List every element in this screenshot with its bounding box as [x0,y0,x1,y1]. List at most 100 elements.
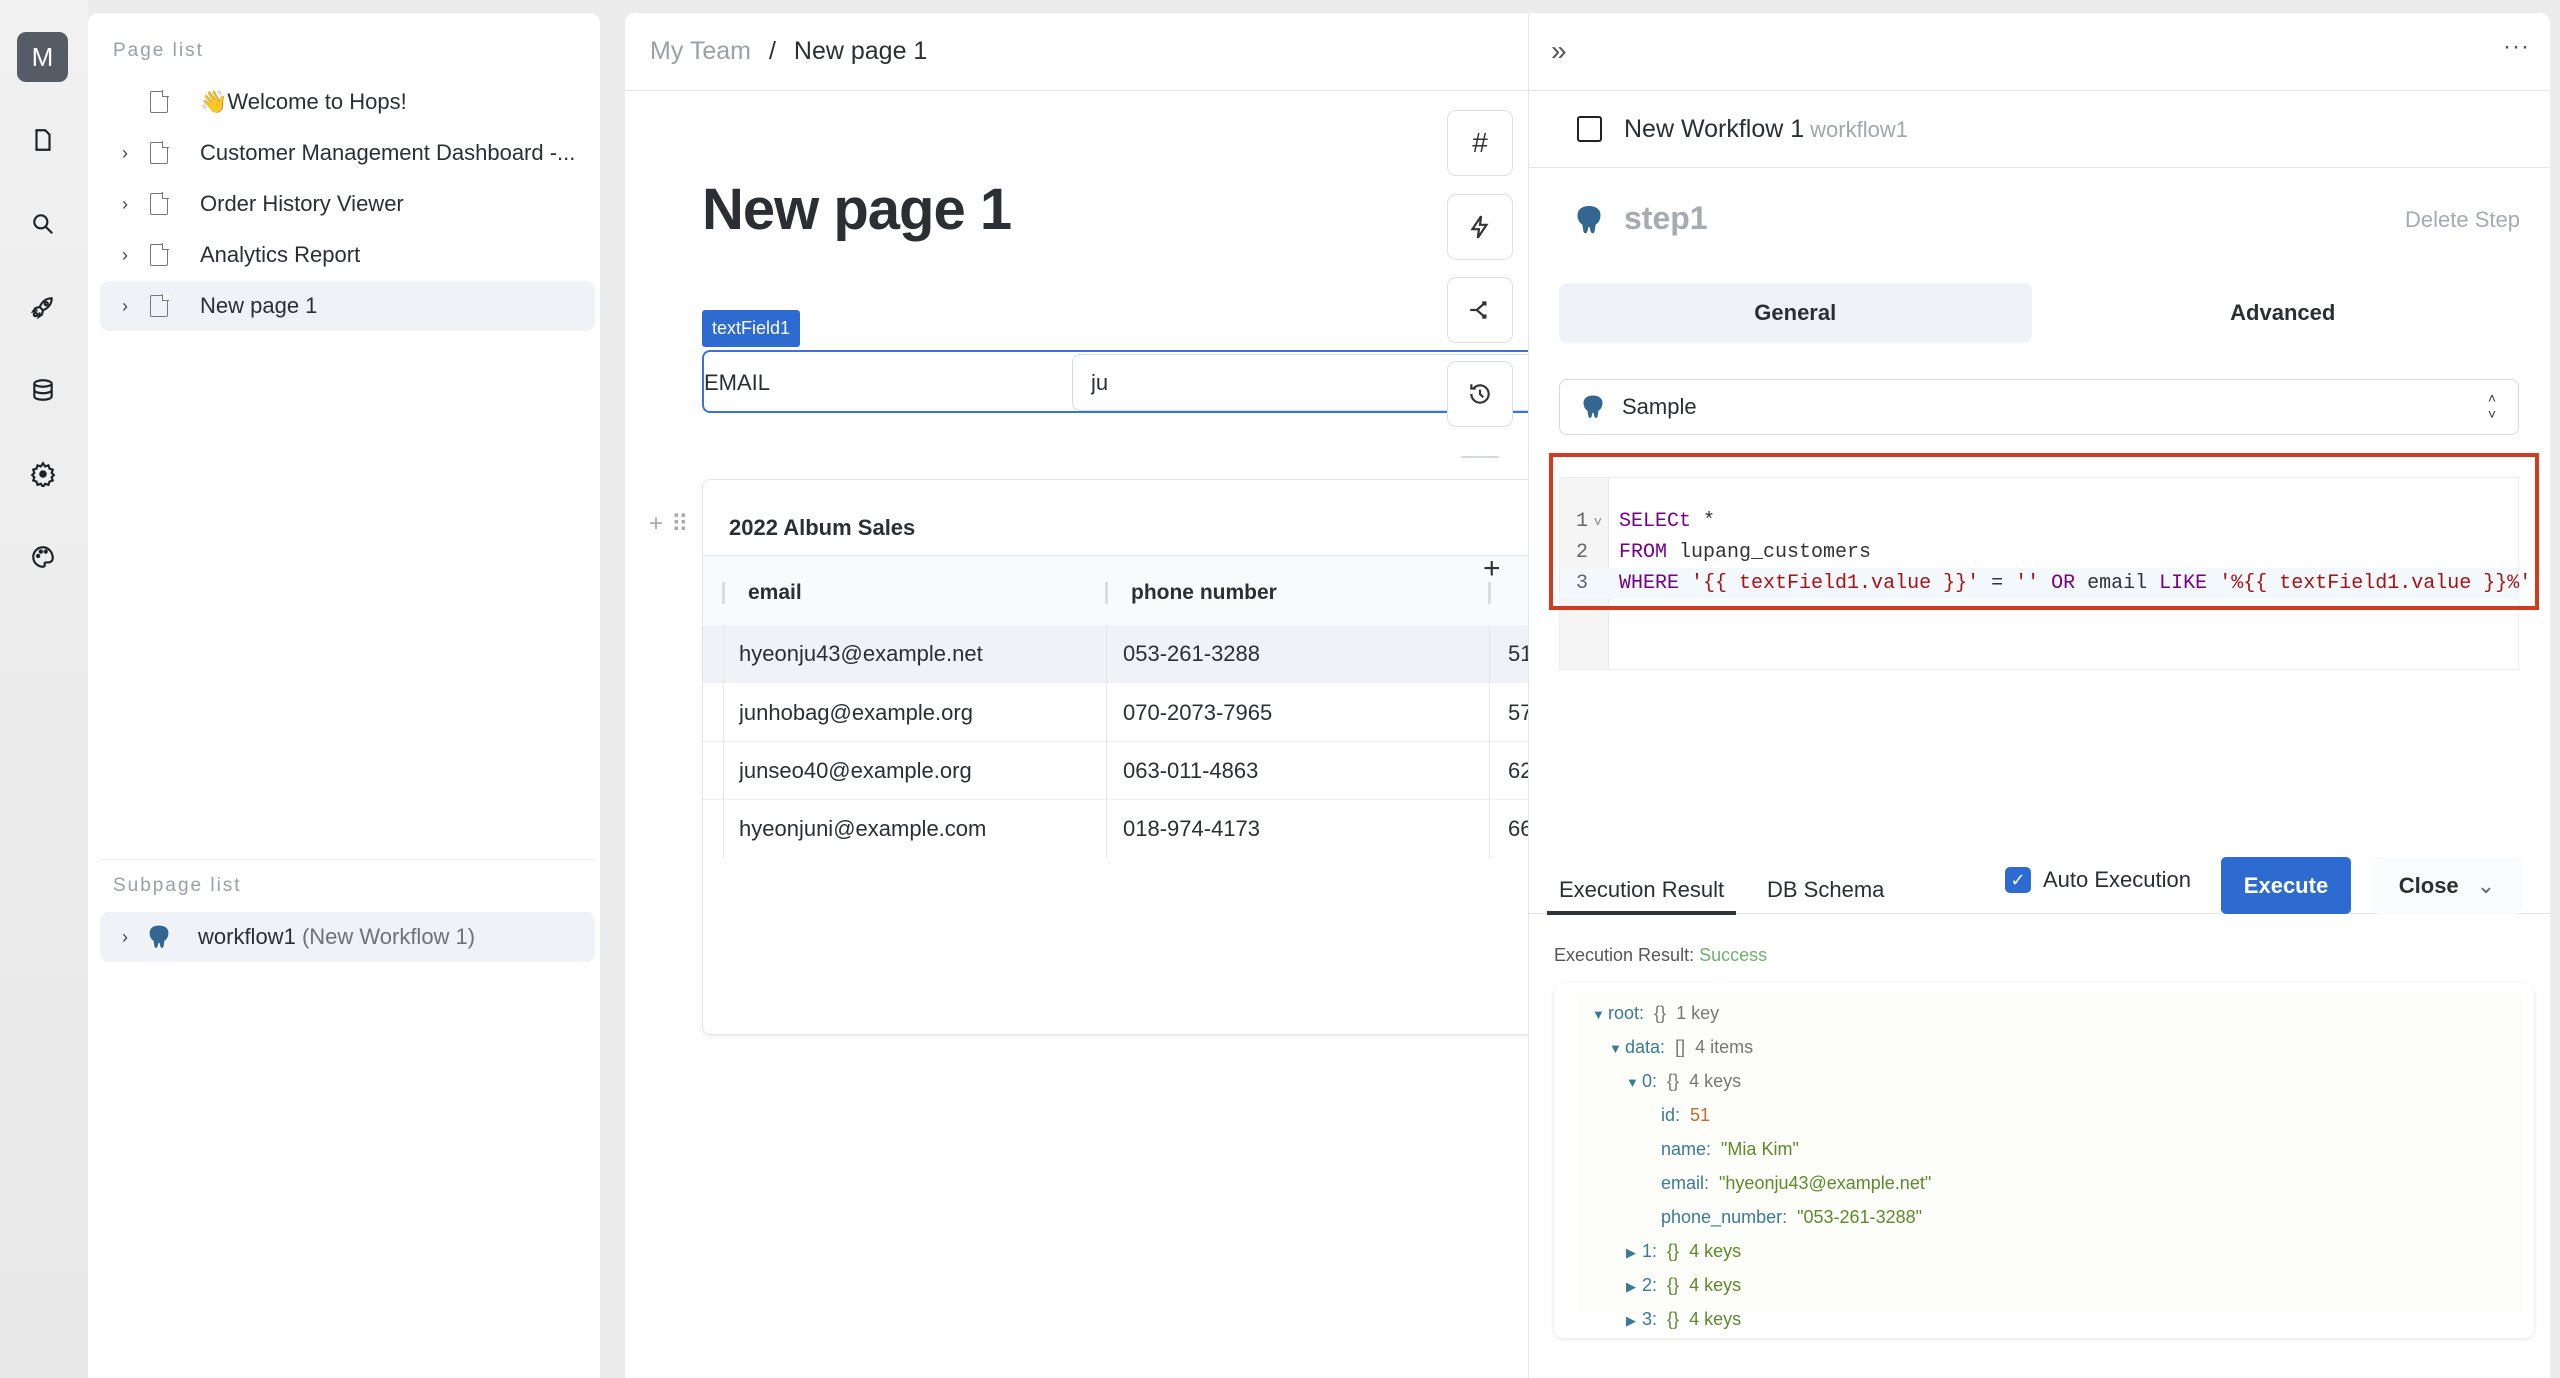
page-item-analytics-report[interactable]: › Analytics Report [100,230,595,280]
column-resize-handle[interactable] [722,582,725,604]
palette-icon[interactable] [24,538,62,576]
select-arrows-icon: ˄ ˅ [2487,390,2496,422]
drag-handle-icon[interactable]: ⠿ [671,510,689,539]
code-line[interactable]: 2 FROM lupang_customers [1560,537,2518,568]
json-node-item-2[interactable]: ▶ 2: {} 4 keys [1626,1275,1741,1296]
subpage-item-workflow1[interactable]: › workflow1 (New Workflow 1) [100,912,595,962]
auto-execution-checkbox[interactable]: ✓ [2005,867,2031,893]
page-item-new-page-1[interactable]: › New page 1 [100,281,595,331]
action-button[interactable] [1447,194,1513,260]
step-name[interactable]: step1 [1624,200,1708,237]
more-options-icon[interactable]: ··· [2503,33,2530,61]
json-node-item-0[interactable]: ▼ 0: {} 4 keys [1626,1071,1741,1092]
code-text: SELECt * [1619,506,1715,537]
cell-border [1489,684,1490,742]
collapsed-triangle-icon[interactable]: ▶ [1626,1313,1642,1329]
workflow-title[interactable]: New Workflow 1 workflow1 [1624,115,1908,144]
tab-db-schema[interactable]: DB Schema [1767,877,1884,903]
page-title[interactable]: New page 1 [702,176,1012,243]
auto-execution-toggle[interactable]: ✓ Auto Execution [2005,867,2191,893]
cell-border [1489,800,1490,858]
json-meta: 1 key [1676,1003,1720,1023]
collapsed-triangle-icon[interactable]: ▶ [1626,1279,1642,1295]
chevron-right-icon[interactable]: › [114,245,136,266]
expanded-triangle-icon[interactable]: ▼ [1626,1075,1642,1090]
page-item-welcome[interactable]: 👋Welcome to Hops! [100,77,595,127]
json-meta: 4 keys [1689,1275,1742,1295]
fold-icon[interactable]: v [1594,506,1602,537]
json-type: {} [1667,1241,1680,1261]
cell-email: junseo40@example.org [739,758,972,783]
page-item-customer-dashboard[interactable]: › Customer Management Dashboard -... [100,128,595,178]
datasource-select[interactable]: Sample ˄ ˅ [1559,379,2519,435]
breadcrumb-team[interactable]: My Team [650,37,751,66]
add-block-icon[interactable]: + [649,510,663,539]
sql-keyword: LIKE [2159,572,2208,595]
rocket-icon[interactable] [24,288,62,326]
json-key: data: [1625,1037,1666,1057]
widget-handle[interactable]: + ⠿ [649,510,689,539]
sql-string: '%{{ textField1.value }}%' [2219,572,2532,595]
chevron-right-icon[interactable]: › [114,143,136,164]
transition-button[interactable] [1447,277,1513,343]
table-row[interactable]: hyeonju43@example.net 053-261-3288 51 [703,625,1528,683]
gear-icon[interactable] [24,455,62,493]
database-icon[interactable] [24,371,62,409]
table-row[interactable]: junseo40@example.org 063-011-4863 62 [703,742,1528,800]
lightning-icon [1470,215,1489,239]
chevron-right-icon[interactable]: › [114,296,136,317]
left-rail: M [0,0,88,1378]
hash-icon: # [1472,127,1488,158]
sql-editor[interactable]: 1 v SELECt * 2 FROM lupang_customers 3 WHERE '… [1559,477,2543,670]
auto-execution-label: Auto Execution [2043,867,2191,892]
collapse-panel-icon[interactable]: » [1551,35,1567,67]
sql-token: ; [2531,572,2544,595]
column-header-email[interactable]: email [748,581,802,605]
workspace-avatar[interactable]: M [17,32,68,82]
expanded-triangle-icon[interactable]: ▼ [1609,1041,1625,1056]
json-viewer: ▼ root: {} 1 key ▼ data: [] 4 items ▼ 0: {}… [1554,983,2534,1338]
column-header-phone[interactable]: phone number [1131,581,1277,605]
json-node-data[interactable]: ▼ data: [] 4 items [1609,1037,1753,1058]
table-row[interactable]: junhobag@example.org 070-2073-7965 57 [703,684,1528,742]
table-row[interactable]: hyeonjuni@example.com 018-974-4173 66 [703,800,1528,858]
delete-step-button[interactable]: Delete Step [2405,207,2520,233]
chevron-right-icon[interactable]: › [114,927,136,948]
tab-general[interactable]: General [1559,283,2032,343]
json-value: "hyeonju43@example.net" [1719,1173,1932,1193]
json-key: 3: [1642,1309,1658,1329]
text-field-tag[interactable]: textField1 [702,310,801,347]
expanded-triangle-icon[interactable]: ▼ [1592,1007,1608,1022]
sql-keyword: FROM [1619,541,1668,564]
hash-button[interactable]: # [1447,110,1513,176]
code-line[interactable]: 3 WHERE '{{ textField1.value }}' = '' OR … [1560,568,2543,599]
toolbar-divider [1461,456,1499,458]
email-text-field[interactable]: EMAIL [702,350,1528,413]
json-node-item-1[interactable]: ▶ 1: {} 4 keys [1626,1241,1741,1262]
close-button[interactable]: Close ⌄ [2372,857,2522,914]
column-resize-handle[interactable] [1105,582,1108,604]
json-type: {} [1667,1275,1680,1295]
add-column-icon[interactable]: + [1483,552,1501,586]
result-status-value: Success [1699,945,1768,965]
chevron-right-icon[interactable]: › [114,194,136,215]
postgres-icon [148,924,170,949]
json-node-item-3[interactable]: ▶ 3: {} 4 keys [1626,1309,1741,1330]
tab-execution-result[interactable]: Execution Result [1546,877,1737,915]
code-text: FROM lupang_customers [1619,537,1871,568]
page-item-label: Order History Viewer [200,191,404,216]
page-item-label: Analytics Report [200,242,361,267]
postgres-icon [1582,394,1604,419]
collapsed-triangle-icon[interactable]: ▶ [1626,1245,1642,1261]
document-icon[interactable] [24,121,62,159]
page-item-order-history[interactable]: › Order History Viewer [100,179,595,229]
table-widget[interactable]: + ⠿ 2022 Album Sales email phone number +… [649,479,1528,1035]
json-node-root[interactable]: ▼ root: {} 1 key [1592,1003,1719,1024]
json-field-id: id: 51 [1661,1105,1710,1126]
tab-advanced[interactable]: Advanced [2047,283,2520,343]
search-icon[interactable] [24,205,62,243]
code-line[interactable]: 1 v SELECt * [1560,506,2518,537]
execute-button[interactable]: Execute [2221,857,2351,914]
cell-clipped: 66 [1508,816,1528,841]
history-button[interactable] [1447,361,1513,427]
